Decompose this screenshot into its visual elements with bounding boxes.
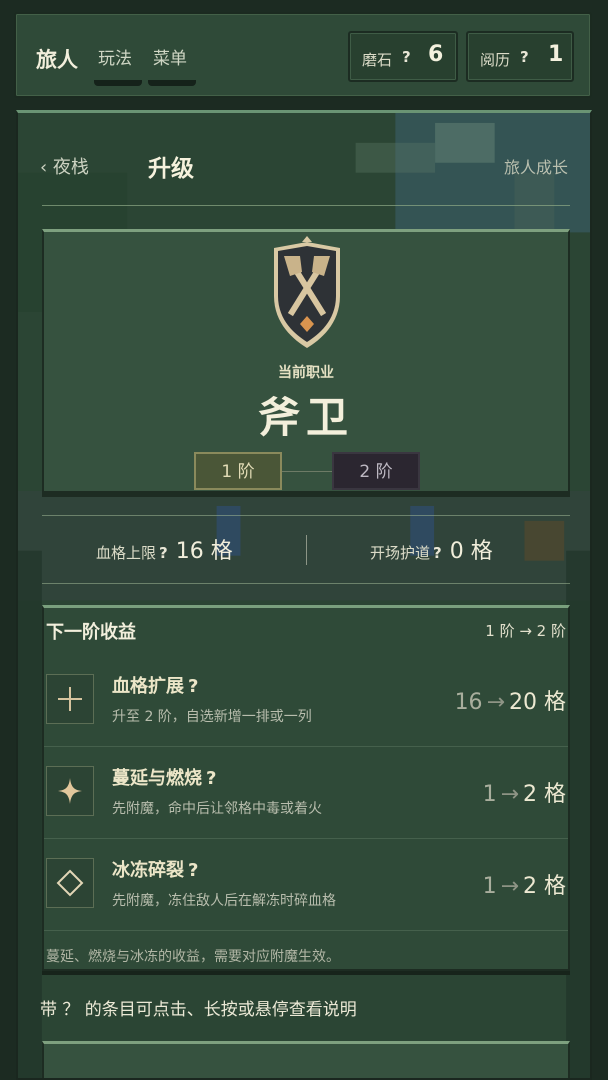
stat-whetstone-label: 磨石	[362, 51, 393, 69]
stat-whetstone-value: 6	[428, 42, 444, 67]
stat-experience[interactable]: 阅历 ? 1	[466, 31, 574, 82]
stat-whetstone[interactable]: 磨石 ? 6	[348, 31, 458, 82]
gain-from: 1	[482, 874, 497, 899]
gain-help-icon[interactable]: ?	[188, 860, 198, 881]
gain-row-freeze-shatter[interactable]: 冰冻碎裂? 先附魔，冻住敌人后在解冻时碎血格 1 → 2 格	[44, 838, 568, 930]
job-name: 斧卫	[257, 393, 354, 442]
info-divider-top	[42, 515, 570, 516]
arrow-right-icon: →	[486, 690, 505, 715]
stat-experience-help-icon[interactable]: ?	[520, 48, 529, 66]
gain-from: 16	[454, 690, 483, 715]
opening-guard-value: 0 格	[449, 539, 493, 564]
help-hint: 带 ？ 的条目可点击、长按或悬停查看说明	[40, 1000, 357, 1020]
info-divider-bottom	[42, 583, 570, 584]
gain-desc: 先附魔，冻住敌人后在解冻时碎血格	[112, 893, 336, 909]
gain-name: 血格扩展	[112, 676, 184, 697]
stat-experience-label: 阅历	[480, 51, 511, 69]
opening-guard-label: 开场护道	[370, 544, 431, 562]
back-link[interactable]: ‹ 夜栈	[40, 153, 89, 179]
gains-title: 下一阶收益	[46, 622, 136, 643]
hp-limit-label: 血格上限	[96, 544, 157, 562]
page-title: 升级	[148, 156, 194, 182]
gain-desc: 先附魔，命中后让邻格中毒或着火	[112, 801, 322, 817]
tier-1-button[interactable]: 1 阶	[194, 452, 282, 490]
gain-from: 1	[482, 782, 497, 807]
gain-help-icon[interactable]: ?	[188, 676, 198, 697]
info-vertical-divider	[306, 535, 307, 565]
gain-row-hp-expand[interactable]: 血格扩展? 升至 2 阶，自选新增一排或一列 16 → 20 格	[44, 654, 568, 746]
plus-icon	[46, 674, 94, 724]
gain-help-icon[interactable]: ?	[206, 768, 216, 789]
hp-limit-value: 16 格	[175, 539, 233, 564]
gains-note: 蔓延、燃烧与冰冻的收益，需要对应附魔生效。	[46, 949, 340, 965]
next-tier-gains-card: 下一阶收益 1 阶 → 2 阶 血格扩展? 升至 2 阶，自选新增一排或一列 1…	[42, 605, 570, 971]
hp-limit-info[interactable]: 血格上限? 16 格	[96, 533, 233, 565]
current-job-card: 当前职业 斧卫 1 阶 2 阶	[42, 229, 570, 493]
traveler-growth-link[interactable]: 旅人成长	[504, 154, 568, 178]
stat-experience-value: 1	[548, 42, 564, 67]
gain-to: 20 格	[509, 690, 566, 715]
gain-to: 2 格	[523, 782, 566, 807]
gain-name: 冰冻碎裂	[112, 860, 184, 881]
top-bar: 旅人 玩法 菜单 磨石 ? 6 阅历 ? 1	[14, 12, 592, 98]
opening-guard-info[interactable]: 开场护道? 0 格	[370, 533, 493, 565]
arrow-right-icon: →	[500, 874, 519, 899]
diamond-icon	[46, 858, 94, 908]
tab-gameplay-underline	[94, 80, 142, 86]
sparkle-icon	[46, 766, 94, 816]
gain-change: 1 → 2 格	[483, 868, 566, 900]
tab-menu-underline	[148, 80, 196, 86]
stat-whetstone-help-icon[interactable]: ?	[402, 48, 411, 66]
upgrade-panel: ‹ 夜栈 升级 旅人成长 当前职业 斧卫 1 阶 2 阶 血格上限? 16 格 开…	[16, 110, 592, 1080]
brand-title: 旅人	[36, 48, 78, 72]
crossed-axes-shield-icon	[274, 236, 340, 348]
gain-desc: 升至 2 阶，自选新增一排或一列	[112, 709, 312, 725]
opening-guard-help-icon[interactable]: ?	[433, 544, 442, 562]
tier-connector	[282, 471, 332, 472]
header-divider	[42, 205, 570, 206]
gains-tier-range: 1 阶 → 2 阶	[485, 622, 566, 640]
gain-to: 2 格	[523, 874, 566, 899]
hp-limit-help-icon[interactable]: ?	[159, 544, 168, 562]
gain-name: 蔓延与燃烧	[112, 768, 202, 789]
tab-menu[interactable]: 菜单	[153, 44, 187, 69]
next-card-peek	[42, 1041, 570, 1078]
gain-change: 1 → 2 格	[483, 776, 566, 808]
gain-change: 16 → 20 格	[455, 684, 566, 716]
gain-row-spread-burn[interactable]: 蔓延与燃烧? 先附魔，命中后让邻格中毒或着火 1 → 2 格	[44, 746, 568, 838]
tab-gameplay[interactable]: 玩法	[98, 44, 132, 69]
row-divider	[44, 930, 568, 931]
current-job-label: 当前职业	[278, 365, 334, 381]
tier-2-button[interactable]: 2 阶	[332, 452, 420, 490]
arrow-right-icon: →	[500, 782, 519, 807]
